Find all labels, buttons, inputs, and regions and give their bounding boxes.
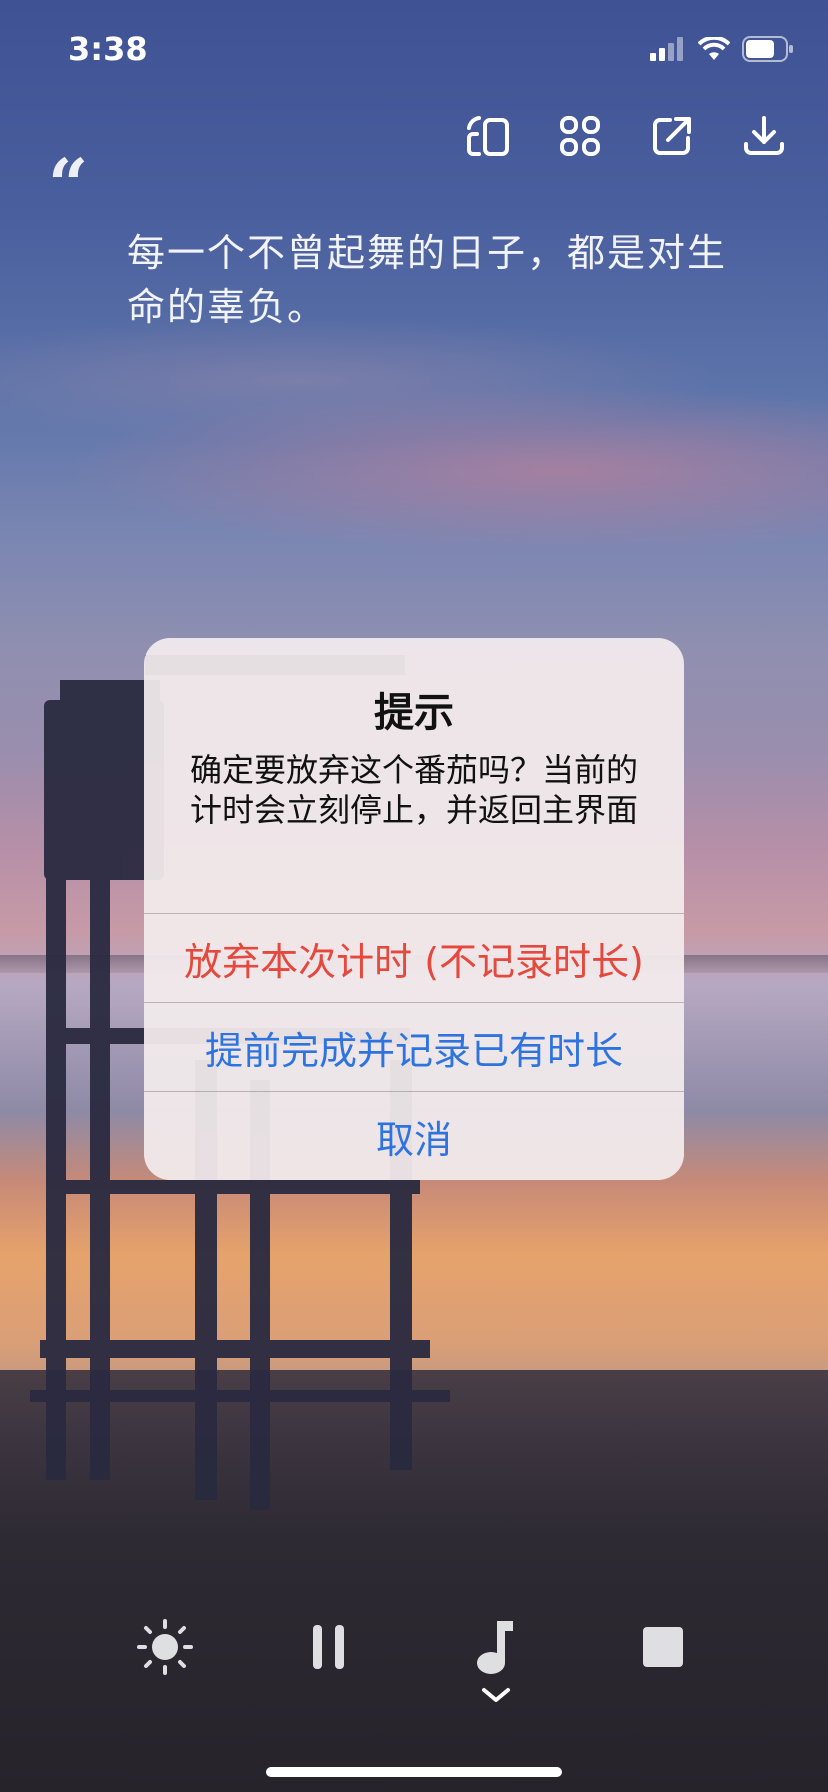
brightness-icon[interactable]: [130, 1612, 200, 1682]
quote-text: 每一个不曾起舞的日子，都是对生命的辜负。: [127, 231, 728, 329]
battery-icon: [742, 36, 793, 62]
abandon-timer-button[interactable]: 放弃本次计时 (不记录时长): [144, 913, 684, 1002]
apps-grid-icon[interactable]: [556, 112, 604, 160]
cancel-button[interactable]: 取消: [144, 1091, 684, 1180]
quote-mark-icon: “: [48, 143, 89, 226]
home-indicator[interactable]: [266, 1767, 562, 1777]
bottom-controls: [0, 1612, 828, 1702]
pause-icon[interactable]: [294, 1612, 364, 1682]
stop-icon[interactable]: [628, 1612, 698, 1682]
chevron-down-icon[interactable]: [476, 1680, 516, 1710]
music-note-icon[interactable]: [460, 1612, 530, 1682]
status-bar: 3:38: [0, 0, 828, 98]
dialog-title: 提示: [374, 690, 454, 736]
wifi-icon: [698, 37, 730, 60]
share-icon[interactable]: [648, 112, 696, 160]
dialog-message: 确定要放弃这个番茄吗？当前的计时会立刻停止，并返回主界面: [189, 751, 638, 829]
top-toolbar: [464, 112, 788, 160]
finish-early-button[interactable]: 提前完成并记录已有时长: [144, 1002, 684, 1091]
status-time: 3:38: [68, 30, 148, 68]
download-icon[interactable]: [740, 112, 788, 160]
rotate-layout-icon[interactable]: [464, 112, 512, 160]
cellular-signal-icon: [650, 37, 683, 61]
alert-dialog: 提示 确定要放弃这个番茄吗？当前的计时会立刻停止，并返回主界面 放弃本次计时 (…: [144, 638, 684, 1180]
